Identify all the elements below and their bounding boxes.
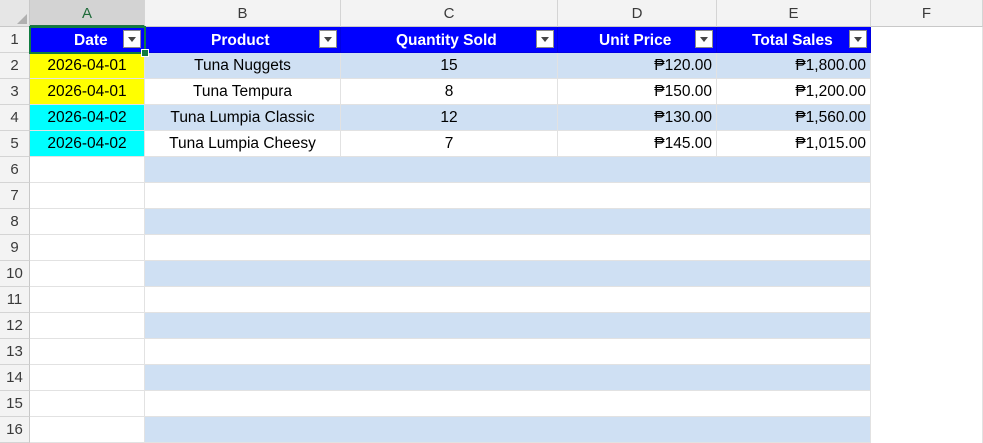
header-label-quantity-sold: Quantity Sold (396, 32, 497, 49)
column-header-c[interactable]: C (341, 0, 558, 27)
table-header-total-sales[interactable]: Total Sales (717, 27, 871, 53)
cell-b5-product[interactable]: Tuna Lumpia Cheesy (145, 131, 341, 157)
row-header-13[interactable]: 13 (0, 339, 30, 365)
cell-e5-total-sales[interactable]: ₱1,015.00 (717, 131, 871, 157)
cell-a2-date[interactable]: 2026-04-01 (30, 53, 145, 79)
cell-empty[interactable] (30, 209, 145, 235)
cell-a3-date[interactable]: 2026-04-01 (30, 79, 145, 105)
cell-c4-quantity[interactable]: 12 (341, 105, 558, 131)
cell-c3-quantity[interactable]: 8 (341, 79, 558, 105)
table-empty-row[interactable] (145, 339, 871, 365)
cell-b4-product[interactable]: Tuna Lumpia Classic (145, 105, 341, 131)
cell-empty[interactable] (30, 287, 145, 313)
table-header-date[interactable]: Date (30, 27, 145, 53)
table-empty-row[interactable] (145, 287, 871, 313)
cell-c5-quantity[interactable]: 7 (341, 131, 558, 157)
table-header-product[interactable]: Product (145, 27, 341, 53)
row-header-12[interactable]: 12 (0, 313, 30, 339)
cell-a5-date[interactable]: 2026-04-02 (30, 131, 145, 157)
column-header-a[interactable]: A (30, 0, 145, 27)
cell-empty[interactable] (30, 417, 145, 443)
select-all-triangle-icon (17, 14, 27, 24)
row-header-3[interactable]: 3 (0, 79, 30, 105)
filter-dropdown-date-icon[interactable] (123, 30, 141, 48)
cell-b2-product[interactable]: Tuna Nuggets (145, 53, 341, 79)
select-all-corner[interactable] (0, 0, 30, 27)
table-header-quantity-sold[interactable]: Quantity Sold (341, 27, 558, 53)
table-header-unit-price[interactable]: Unit Price (558, 27, 717, 53)
column-header-f[interactable]: F (871, 0, 983, 27)
cell-e2-total-sales[interactable]: ₱1,800.00 (717, 53, 871, 79)
cell-d2-unit-price[interactable]: ₱120.00 (558, 53, 717, 79)
filter-dropdown-total-sales-icon[interactable] (849, 30, 867, 48)
filter-dropdown-quantity-icon[interactable] (536, 30, 554, 48)
row-header-14[interactable]: 14 (0, 365, 30, 391)
cell-e4-total-sales[interactable]: ₱1,560.00 (717, 105, 871, 131)
table-empty-row[interactable] (145, 235, 871, 261)
row-header-15[interactable]: 15 (0, 391, 30, 417)
table-empty-row[interactable] (145, 313, 871, 339)
cell-empty[interactable] (30, 261, 145, 287)
row-header-8[interactable]: 8 (0, 209, 30, 235)
table-empty-row[interactable] (145, 209, 871, 235)
cell-empty[interactable] (30, 391, 145, 417)
row-header-6[interactable]: 6 (0, 157, 30, 183)
cell-b3-product[interactable]: Tuna Tempura (145, 79, 341, 105)
row-header-10[interactable]: 10 (0, 261, 30, 287)
cell-empty[interactable] (30, 313, 145, 339)
fill-handle[interactable] (141, 49, 149, 57)
table-empty-row[interactable] (145, 261, 871, 287)
row-header-9[interactable]: 9 (0, 235, 30, 261)
cell-d3-unit-price[interactable]: ₱150.00 (558, 79, 717, 105)
table-empty-row[interactable] (145, 365, 871, 391)
cell-empty[interactable] (30, 157, 145, 183)
filter-dropdown-unit-price-icon[interactable] (695, 30, 713, 48)
row-header-2[interactable]: 2 (0, 53, 30, 79)
row-header-7[interactable]: 7 (0, 183, 30, 209)
table-empty-row[interactable] (145, 391, 871, 417)
cell-empty[interactable] (30, 235, 145, 261)
header-label-date: Date (74, 32, 108, 49)
table-empty-row[interactable] (145, 417, 871, 443)
filter-dropdown-product-icon[interactable] (319, 30, 337, 48)
cell-empty[interactable] (30, 183, 145, 209)
cell-empty[interactable] (30, 339, 145, 365)
table-empty-row[interactable] (145, 183, 871, 209)
row-header-5[interactable]: 5 (0, 131, 30, 157)
row-header-11[interactable]: 11 (0, 287, 30, 313)
header-label-total-sales: Total Sales (752, 32, 833, 49)
cell-e3-total-sales[interactable]: ₱1,200.00 (717, 79, 871, 105)
column-f-cells[interactable] (871, 27, 983, 443)
row-header-1[interactable]: 1 (0, 27, 30, 53)
row-header-16[interactable]: 16 (0, 417, 30, 443)
spreadsheet-grid: A B C D E F 1 2 3 4 5 6 7 8 9 10 11 12 1… (0, 0, 983, 443)
cell-a4-date[interactable]: 2026-04-02 (30, 105, 145, 131)
column-header-e[interactable]: E (717, 0, 871, 27)
cell-d5-unit-price[interactable]: ₱145.00 (558, 131, 717, 157)
cell-c2-quantity[interactable]: 15 (341, 53, 558, 79)
row-header-4[interactable]: 4 (0, 105, 30, 131)
cell-empty[interactable] (30, 365, 145, 391)
column-header-d[interactable]: D (558, 0, 717, 27)
cell-d4-unit-price[interactable]: ₱130.00 (558, 105, 717, 131)
header-label-product: Product (211, 32, 270, 49)
column-header-b[interactable]: B (145, 0, 341, 27)
header-label-unit-price: Unit Price (599, 32, 672, 49)
table-empty-row[interactable] (145, 157, 871, 183)
